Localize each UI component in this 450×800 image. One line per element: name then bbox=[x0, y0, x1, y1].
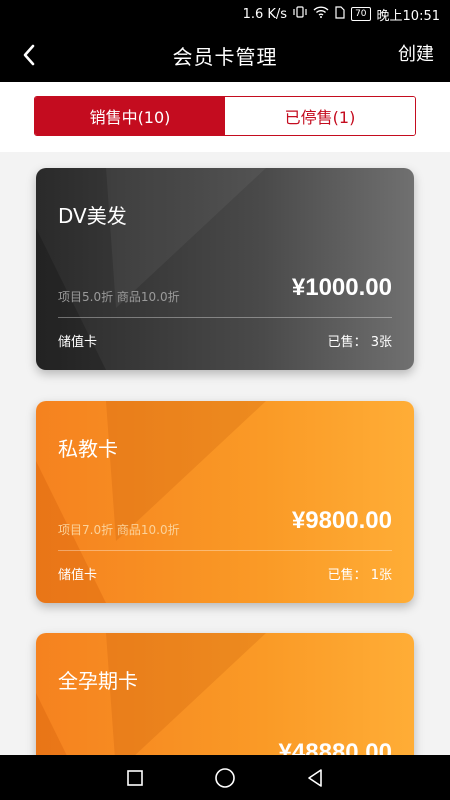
card-decoration bbox=[36, 633, 266, 755]
network-speed: 1.6 K/s bbox=[242, 6, 288, 22]
square-icon bbox=[127, 769, 143, 786]
nav-bar: 会员卡管理 创建 bbox=[0, 28, 450, 82]
card-discount: 项目7.0折 商品10.0折 bbox=[58, 523, 180, 537]
member-card[interactable]: 私教卡 项目7.0折 商品10.0折 ¥9800.00 储值卡 已售： 1张 bbox=[36, 401, 414, 603]
card-type: 储值卡 bbox=[58, 568, 98, 583]
back-system-button[interactable] bbox=[303, 766, 327, 790]
card-divider bbox=[58, 550, 392, 551]
page-title: 会员卡管理 bbox=[172, 44, 278, 69]
card-list[interactable]: DV美发 项目5.0折 商品10.0折 ¥1000.00 储值卡 已售： 3张 … bbox=[0, 152, 450, 755]
clock: 晚上10:51 bbox=[376, 8, 440, 24]
member-card[interactable]: 全孕期卡 ¥48880.00 bbox=[36, 633, 414, 755]
status-bar: 1.6 K/s 70 晚上10:51 bbox=[0, 0, 450, 28]
chevron-left-icon bbox=[23, 44, 35, 66]
card-type: 储值卡 bbox=[58, 335, 98, 350]
card-price: ¥48880.00 bbox=[278, 739, 392, 755]
card-name: 私教卡 bbox=[58, 437, 118, 461]
card-sold-count: 已售： 3张 bbox=[327, 335, 392, 350]
card-name: 全孕期卡 bbox=[58, 669, 138, 693]
back-button[interactable] bbox=[14, 28, 44, 82]
circle-icon bbox=[215, 767, 235, 788]
vibrate-icon bbox=[293, 6, 307, 22]
card-price: ¥9800.00 bbox=[291, 507, 392, 534]
segmented-tabs: 销售中(10) 已停售(1) bbox=[34, 96, 416, 136]
battery-icon: 70 bbox=[351, 7, 371, 21]
card-divider bbox=[58, 317, 392, 318]
card-sold-count: 已售： 1张 bbox=[327, 568, 392, 583]
card-discount: 项目5.0折 商品10.0折 bbox=[58, 290, 180, 304]
wifi-icon bbox=[313, 6, 329, 22]
member-card[interactable]: DV美发 项目5.0折 商品10.0折 ¥1000.00 储值卡 已售： 3张 bbox=[36, 168, 414, 370]
recents-button[interactable] bbox=[123, 766, 147, 790]
tab-bar: 销售中(10) 已停售(1) bbox=[0, 82, 450, 152]
card-price: ¥1000.00 bbox=[291, 274, 392, 301]
tab-discontinued[interactable]: 已停售(1) bbox=[225, 97, 415, 135]
create-button[interactable]: 创建 bbox=[398, 28, 434, 82]
card-name: DV美发 bbox=[58, 204, 127, 228]
sim-icon bbox=[335, 5, 345, 23]
system-nav-bar bbox=[0, 755, 450, 800]
home-button[interactable] bbox=[213, 766, 237, 790]
triangle-back-icon bbox=[308, 768, 322, 787]
tab-on-sale[interactable]: 销售中(10) bbox=[35, 97, 225, 135]
